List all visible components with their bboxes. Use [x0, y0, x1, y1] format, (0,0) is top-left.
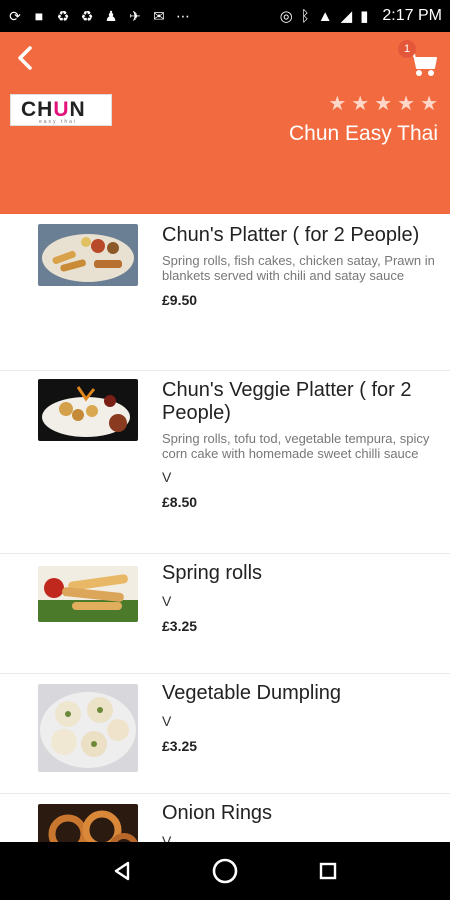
person-icon: ♟ [104, 8, 118, 24]
nav-home-button[interactable] [205, 851, 245, 891]
item-photo [38, 566, 138, 622]
sync-icon: ⟳ [9, 8, 21, 24]
stop-icon: ■ [34, 8, 44, 24]
item-description: Spring rolls, tofu tod, vegetable tempur… [162, 431, 430, 461]
restaurant-header: 1 CHUN easy thai ★ ★ ★ ★ ★ Chun Easy Tha… [0, 32, 450, 214]
status-bar: ⟳ ■ ♻ ♻ ♟ ✈ ✉ ⋯ ◎ ᛒ ▲ ◢ ▮ 2:17 PM [0, 0, 450, 32]
signal-icon: ◢ [340, 8, 353, 25]
item-photo [38, 684, 138, 772]
home-circle-icon [212, 858, 238, 884]
recycle-icon: ♻ [80, 8, 94, 24]
vegetarian-tag: V [162, 469, 172, 485]
star-icon: ★ [328, 93, 347, 115]
menu-item[interactable]: Spring rolls V £3.25 [0, 554, 450, 674]
star-icon: ★ [397, 93, 416, 115]
signal-icon: ▲ [317, 7, 333, 25]
recycle-icon: ♻ [56, 8, 70, 24]
more-icon: ⋯ [176, 8, 190, 24]
recents-square-icon [320, 862, 337, 880]
star-icon: ★ [351, 93, 370, 115]
menu-item[interactable]: Chun's Platter ( for 2 People) Spring ro… [0, 214, 450, 371]
battery-icon: ▮ [360, 8, 369, 25]
notification-icons: ⟳ ■ ♻ ♻ ♟ ✈ ✉ ⋯ [8, 9, 190, 23]
item-description: Spring rolls, fish cakes, chicken satay,… [162, 253, 435, 283]
item-name: Chun's Platter ( for 2 People) [162, 224, 420, 246]
item-photo [38, 379, 138, 441]
item-name: Chun's Veggie Platter ( for 2 People) [162, 379, 412, 424]
item-price: £8.50 [162, 494, 198, 510]
item-name: Vegetable Dumpling [162, 682, 342, 704]
item-info: Onion Rings V [162, 802, 436, 842]
clock: 2:17 PM [382, 7, 442, 24]
nav-recents-button[interactable] [308, 851, 348, 891]
item-info: Chun's Platter ( for 2 People) Spring ro… [162, 224, 436, 308]
item-name: Spring rolls [162, 562, 263, 584]
nav-back-button[interactable] [102, 851, 142, 891]
item-info: Spring rolls V £3.25 [162, 562, 436, 634]
system-nav-bar [0, 842, 450, 900]
restaurant-name: Chun Easy Thai [288, 122, 438, 145]
item-price: £9.50 [162, 292, 198, 308]
vegetarian-tag: V [162, 713, 172, 729]
mail-icon: ✉ [153, 8, 165, 24]
back-button[interactable] [8, 40, 44, 76]
bluetooth-icon: ᛒ [300, 7, 310, 25]
item-price: £3.25 [162, 738, 198, 754]
item-photo [38, 224, 138, 286]
cart-button[interactable]: 1 [398, 40, 442, 84]
item-name: Onion Rings [162, 802, 273, 824]
item-info: Vegetable Dumpling V £3.25 [162, 682, 436, 754]
vegetarian-tag: V [162, 833, 172, 842]
menu-item[interactable]: Onion Rings V [0, 794, 450, 842]
twitter-icon: ✈ [129, 8, 141, 24]
vegetarian-tag: V [162, 593, 172, 609]
item-info: Chun's Veggie Platter ( for 2 People) Sp… [162, 379, 436, 510]
restaurant-logo: CHUN easy thai [10, 94, 112, 126]
cart-count-badge: 1 [398, 40, 416, 58]
star-icon: ★ [374, 93, 393, 115]
menu-item[interactable]: Vegetable Dumpling V £3.25 [0, 674, 450, 794]
item-price: £3.25 [162, 618, 198, 634]
hotspot-icon: ◎ [279, 8, 293, 25]
back-triangle-icon [114, 861, 129, 881]
menu-list[interactable]: Chun's Platter ( for 2 People) Spring ro… [0, 214, 450, 842]
logo-subtext: easy thai [39, 119, 78, 125]
chevron-left-icon [18, 46, 32, 70]
item-photo [38, 804, 138, 842]
menu-item[interactable]: Chun's Veggie Platter ( for 2 People) Sp… [0, 371, 450, 554]
star-icon: ★ [420, 93, 438, 115]
rating-stars: ★ ★ ★ ★ ★ [328, 94, 438, 114]
